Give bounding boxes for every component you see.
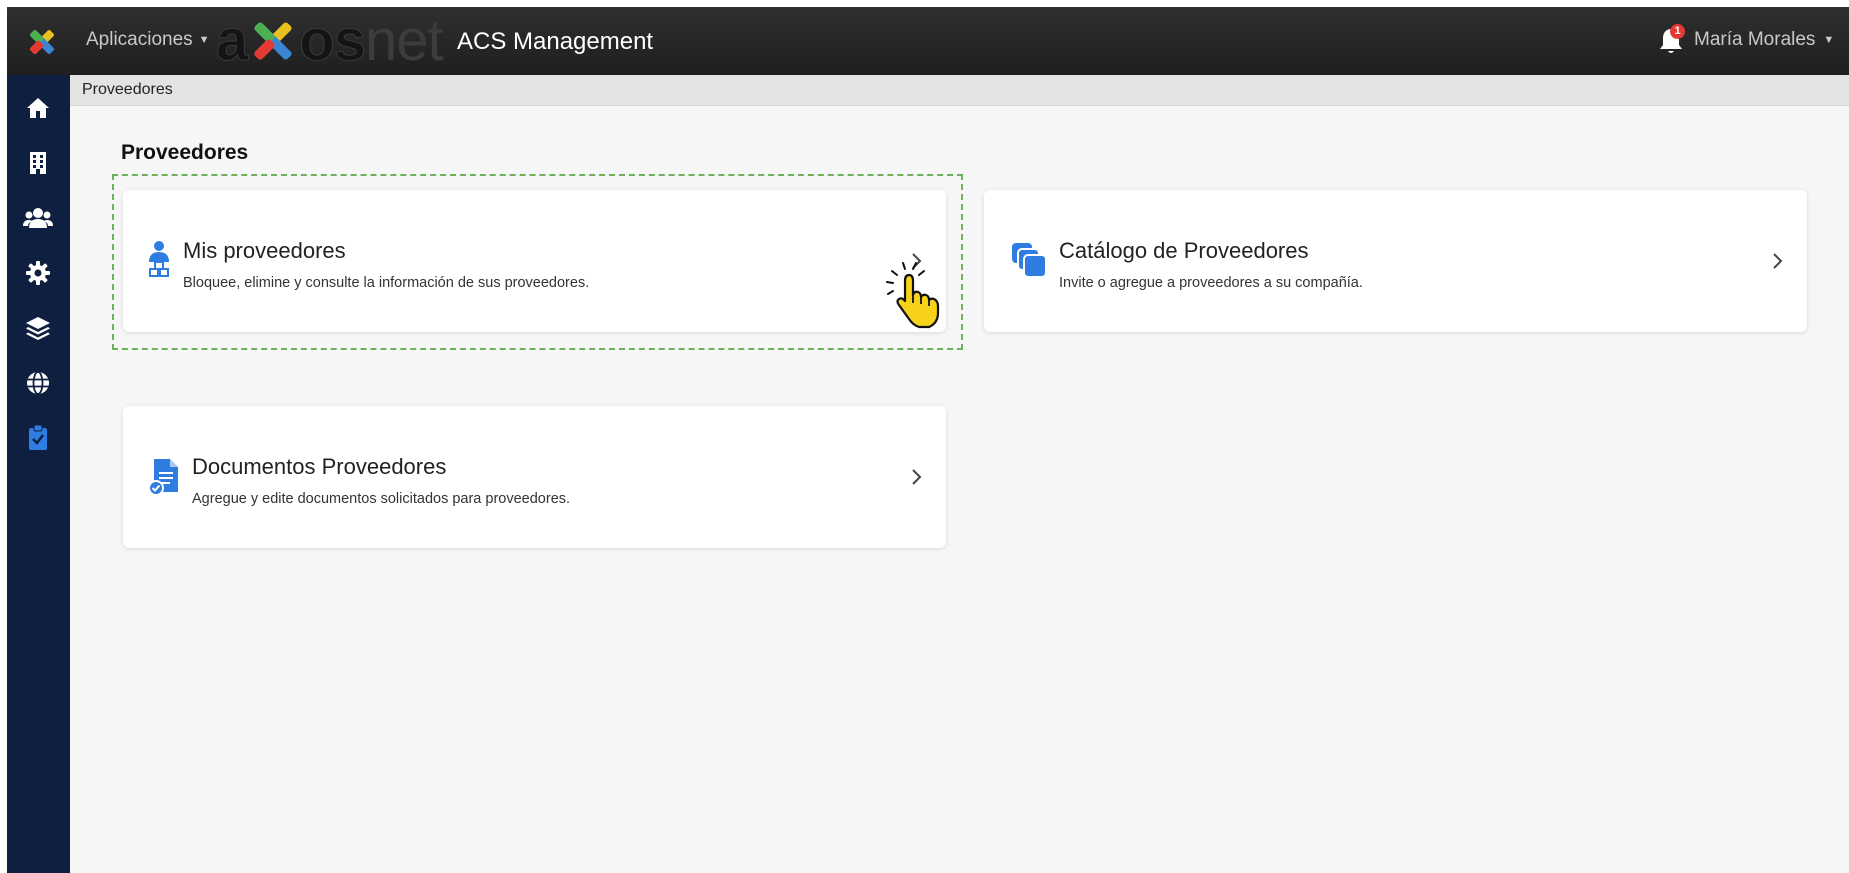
card-title: Mis proveedores [183,238,346,263]
card-catalogo-proveedores[interactable]: Catálogo de Proveedores Invite o agregue… [984,190,1807,332]
card-description: Bloquee, elimine y consulte la informaci… [183,275,590,291]
card-title: Documentos Proveedores [192,454,447,479]
card-mis-proveedores[interactable]: Mis proveedores Bloquee, elimine y consu… [123,190,946,332]
document-check-icon [148,459,178,496]
sidebar-item-settings[interactable] [21,256,55,290]
card-title: Catálogo de Proveedores [1059,238,1309,263]
sidebar-item-company[interactable] [21,146,55,180]
card-description: Agregue y edite documentos solicitados p… [192,491,571,507]
supplier-user-icon [149,241,169,277]
caret-down-icon: ▼ [1823,33,1835,46]
user-menu[interactable]: María Morales ▼ [1694,29,1834,51]
sidebar [7,75,70,873]
sidebar-item-layers[interactable] [21,311,55,345]
user-name: María Morales [1694,29,1816,50]
axosnet-logo: a osnet [215,8,443,73]
breadcrumb-current[interactable]: Proveedores [82,81,173,99]
pointer-hand-icon [886,262,940,329]
caret-down-icon: ▼ [198,33,210,46]
product-title: ACS Management [457,28,654,55]
app-logo-icon[interactable] [27,27,57,57]
apps-menu[interactable]: Aplicaciones ▼ [86,29,210,51]
breadcrumb: Proveedores [70,75,1849,106]
layers-icon [26,317,50,340]
building-icon [30,152,46,174]
brand-x-icon [254,22,292,60]
sidebar-item-suppliers[interactable] [21,421,55,455]
catalog-stack-icon [1012,243,1047,278]
sidebar-item-home[interactable] [21,91,55,125]
sidebar-item-web[interactable] [21,366,55,400]
apps-menu-label: Aplicaciones [86,29,193,50]
globe-icon [27,371,49,395]
sidebar-item-users[interactable] [21,201,55,235]
card-documentos-proveedores[interactable]: Documentos Proveedores Agregue y edite d… [123,406,946,548]
home-icon [27,98,49,118]
app-window: Aplicaciones ▼ a osnet ACS Management 1 M… [7,7,1849,873]
clipboard-check-icon [29,425,47,450]
gear-icon [26,261,50,285]
notification-badge: 1 [1670,24,1685,39]
top-bar: Aplicaciones ▼ a osnet ACS Management 1 M… [7,7,1849,75]
page-title: Proveedores [121,141,249,164]
chevron-right-icon [1773,253,1783,269]
users-icon [23,208,53,228]
chevron-right-icon [912,469,922,485]
card-description: Invite o agregue a proveedores a su comp… [1059,275,1363,291]
